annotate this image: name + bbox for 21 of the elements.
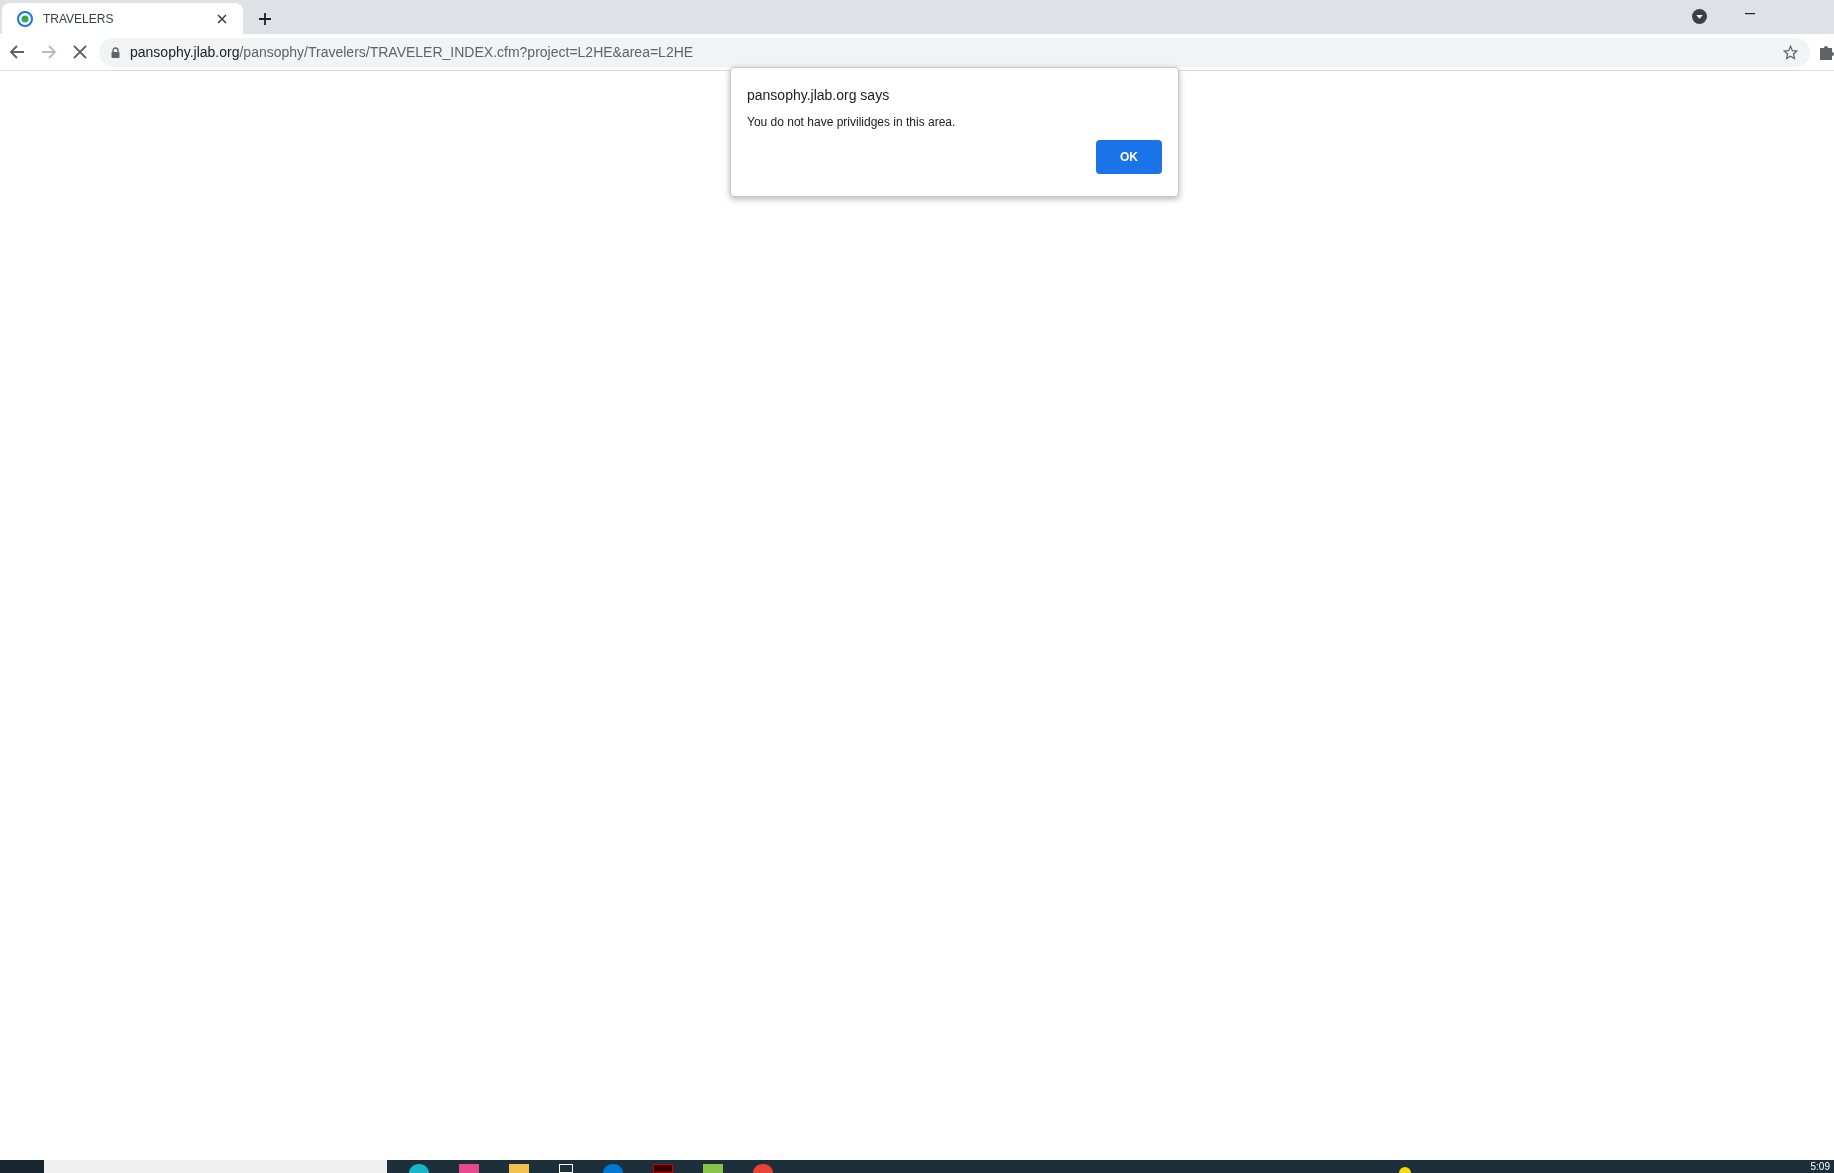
tab-title: TRAVELERS bbox=[43, 10, 115, 28]
back-arrow-icon[interactable] bbox=[9, 44, 25, 60]
dialog-message: You do not have privilidges in this area. bbox=[747, 114, 957, 130]
minimize-icon[interactable] bbox=[1745, 13, 1755, 15]
star-icon[interactable] bbox=[1783, 44, 1798, 60]
search-field[interactable] bbox=[44, 1160, 387, 1173]
dialog-title: pansophy.jlab.org says bbox=[747, 86, 891, 104]
clock[interactable]: 5:09 bbox=[1810, 1160, 1830, 1173]
address-bar[interactable]: pansophy.jlab.org/pansophy/Travelers/TRAVELER_INDEX.cfm?project=L2HE&area=L2HE bbox=[99, 37, 1810, 67]
new-tab-icon[interactable] bbox=[258, 12, 272, 26]
ok-button[interactable]: OK bbox=[1096, 140, 1162, 174]
tab-search-icon[interactable] bbox=[1692, 9, 1707, 24]
close-icon[interactable] bbox=[216, 12, 228, 25]
stop-icon[interactable] bbox=[73, 45, 87, 59]
puzzle-piece-icon[interactable] bbox=[1820, 44, 1834, 60]
taskbar-app-icon[interactable] bbox=[409, 1164, 429, 1173]
start-button[interactable] bbox=[0, 1160, 44, 1173]
browser-tab[interactable]: TRAVELERS bbox=[2, 3, 243, 34]
tray-icon[interactable] bbox=[1398, 1167, 1411, 1173]
url-text: pansophy.jlab.org/pansophy/Travelers/TRAVELER_INDEX.cfm?project=L2HE&area=L2HE bbox=[130, 42, 695, 62]
lock-icon bbox=[111, 46, 120, 58]
